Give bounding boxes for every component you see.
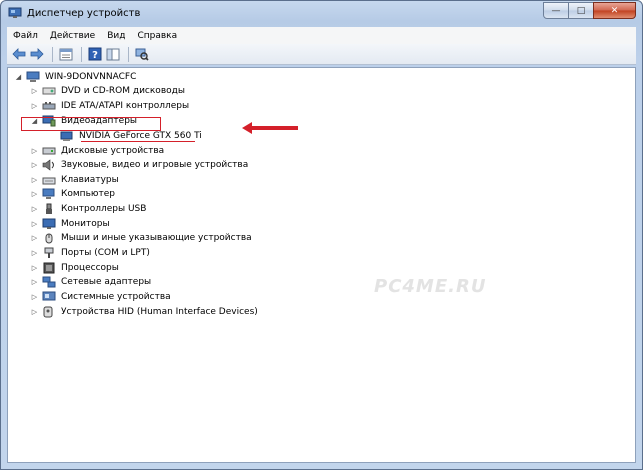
tree-item-label: Мыши и иные указывающие устройства [61, 233, 252, 243]
menu-view[interactable]: Вид [101, 31, 131, 41]
expand-arrow-icon[interactable]: ▷ [30, 102, 39, 110]
processor-icon [42, 262, 56, 274]
expand-arrow-icon[interactable]: ▷ [30, 249, 39, 257]
gpu-icon [60, 130, 74, 142]
toolbar: ? [7, 44, 636, 65]
port-icon [42, 247, 56, 259]
monitor-icon [42, 218, 56, 230]
forward-button[interactable] [29, 46, 45, 62]
expand-arrow-icon[interactable]: ▷ [30, 147, 39, 155]
panel-icon [106, 48, 120, 60]
tree-item-label: Дисковые устройства [61, 146, 165, 156]
menu-help[interactable]: Справка [131, 31, 183, 41]
device-tree-panel[interactable]: ◢ WIN-9DONVNNACFC ▷ DVD и CD-ROM дисково… [7, 67, 636, 463]
back-button[interactable] [11, 46, 27, 62]
scan-hardware-icon [135, 48, 149, 61]
expand-arrow-icon[interactable]: ▷ [30, 176, 39, 184]
tree-item-ports[interactable]: ▷ Порты (COM и LPT) [30, 246, 150, 260]
expand-arrow-icon[interactable]: ▷ [30, 220, 39, 228]
tree-item-label: Компьютер [61, 189, 115, 199]
tree-item-label: DVD и CD-ROM дисководы [61, 86, 185, 96]
hid-icon [42, 306, 56, 318]
disk-drive-icon [42, 145, 56, 157]
help-button[interactable]: ? [87, 46, 103, 62]
expand-arrow-icon[interactable]: ▷ [30, 308, 39, 316]
tree-item-mice[interactable]: ▷ Мыши и иные указывающие устройства [30, 231, 252, 245]
tree-item-usb[interactable]: ▷ Контроллеры USB [30, 202, 146, 216]
toolbar-separator [128, 46, 129, 62]
properties-button[interactable] [58, 46, 74, 62]
expand-arrow-icon[interactable]: ▷ [30, 278, 39, 286]
back-arrow-icon [12, 48, 26, 60]
expand-arrow-icon[interactable]: ▷ [30, 234, 39, 242]
watermark-text: PC4ME.RU [374, 276, 487, 297]
expand-arrow-icon[interactable]: ▷ [30, 190, 39, 198]
tree-item-label: NVIDIA GeForce GTX 560 Ti [79, 131, 202, 141]
keyboard-icon [42, 174, 56, 186]
collapse-arrow-icon[interactable]: ◢ [14, 73, 23, 81]
caption-buttons: — □ ✕ [543, 2, 636, 19]
tree-item-label: Системные устройства [61, 292, 171, 302]
tree-root-label: WIN-9DONVNNACFC [45, 72, 137, 82]
device-manager-app-icon [8, 7, 22, 18]
tree-item-label: Звуковые, видео и игровые устройства [61, 160, 249, 170]
expand-arrow-icon[interactable]: ▷ [30, 87, 39, 95]
computer-root-icon [26, 71, 40, 83]
show-hide-panel-button[interactable] [105, 46, 121, 62]
toolbar-separator [81, 46, 82, 62]
tree-item-computer[interactable]: ▷ Компьютер [30, 187, 115, 201]
svg-text:?: ? [92, 50, 98, 61]
highlight-box-annotation [21, 117, 161, 131]
sound-icon [42, 159, 56, 171]
tree-item-dvd[interactable]: ▷ DVD и CD-ROM дисководы [30, 84, 185, 98]
properties-grid-icon [59, 48, 73, 60]
expand-arrow-icon[interactable]: ▷ [30, 264, 39, 272]
help-icon: ? [88, 47, 102, 61]
menu-action[interactable]: Действие [44, 31, 101, 41]
red-arrow-icon [242, 122, 298, 134]
tree-item-label: Мониторы [61, 219, 110, 229]
tree-item-label: Устройства HID (Human Interface Devices) [61, 307, 258, 317]
title-bar[interactable]: Диспетчер устройств — □ ✕ [1, 1, 642, 27]
expand-arrow-icon[interactable]: ▷ [30, 293, 39, 301]
tree-item-network[interactable]: ▷ Сетевые адаптеры [30, 275, 151, 289]
minimize-button[interactable]: — [543, 2, 569, 19]
menu-file[interactable]: Файл [7, 31, 44, 41]
tree-item-label: IDE ATA/ATAPI контроллеры [61, 101, 190, 111]
tree-item-processors[interactable]: ▷ Процессоры [30, 261, 119, 275]
network-adapter-icon [42, 276, 56, 288]
tree-root[interactable]: ◢ WIN-9DONVNNACFC [14, 70, 136, 84]
tree-item-sound[interactable]: ▷ Звуковые, видео и игровые устройства [30, 158, 248, 172]
device-manager-window: Диспетчер устройств — □ ✕ Файл Действие … [0, 0, 643, 470]
ide-controller-icon [42, 100, 56, 112]
expand-arrow-icon[interactable]: ▷ [30, 205, 39, 213]
system-device-icon [42, 291, 56, 303]
mouse-icon [42, 232, 56, 244]
computer-icon [42, 188, 56, 200]
tree-item-label: Контроллеры USB [61, 204, 147, 214]
tree-item-hid[interactable]: ▷ Устройства HID (Human Interface Device… [30, 305, 258, 319]
tree-item-keyboards[interactable]: ▷ Клавиатуры [30, 173, 119, 187]
tree-item-label: Порты (COM и LPT) [61, 248, 150, 258]
window-title: Диспетчер устройств [27, 8, 141, 19]
usb-icon [42, 203, 56, 215]
maximize-button[interactable]: □ [568, 2, 594, 19]
tree-item-label: Процессоры [61, 263, 119, 273]
tree-item-label: Клавиатуры [61, 175, 119, 185]
toolbar-separator [52, 46, 53, 62]
close-button[interactable]: ✕ [593, 2, 636, 19]
scan-hardware-button[interactable] [134, 46, 150, 62]
tree-item-label: Сетевые адаптеры [61, 277, 152, 287]
forward-arrow-icon [30, 48, 44, 60]
dvd-drive-icon [42, 85, 56, 97]
menu-bar: Файл Действие Вид Справка [7, 27, 636, 45]
expand-arrow-icon[interactable]: ▷ [30, 161, 39, 169]
tree-item-ide[interactable]: ▷ IDE ATA/ATAPI контроллеры [30, 99, 189, 113]
tree-item-monitors[interactable]: ▷ Мониторы [30, 217, 110, 231]
tree-item-system-devices[interactable]: ▷ Системные устройства [30, 290, 171, 304]
tree-item-disk-drives[interactable]: ▷ Дисковые устройства [30, 144, 164, 158]
underline-annotation [81, 141, 195, 142]
